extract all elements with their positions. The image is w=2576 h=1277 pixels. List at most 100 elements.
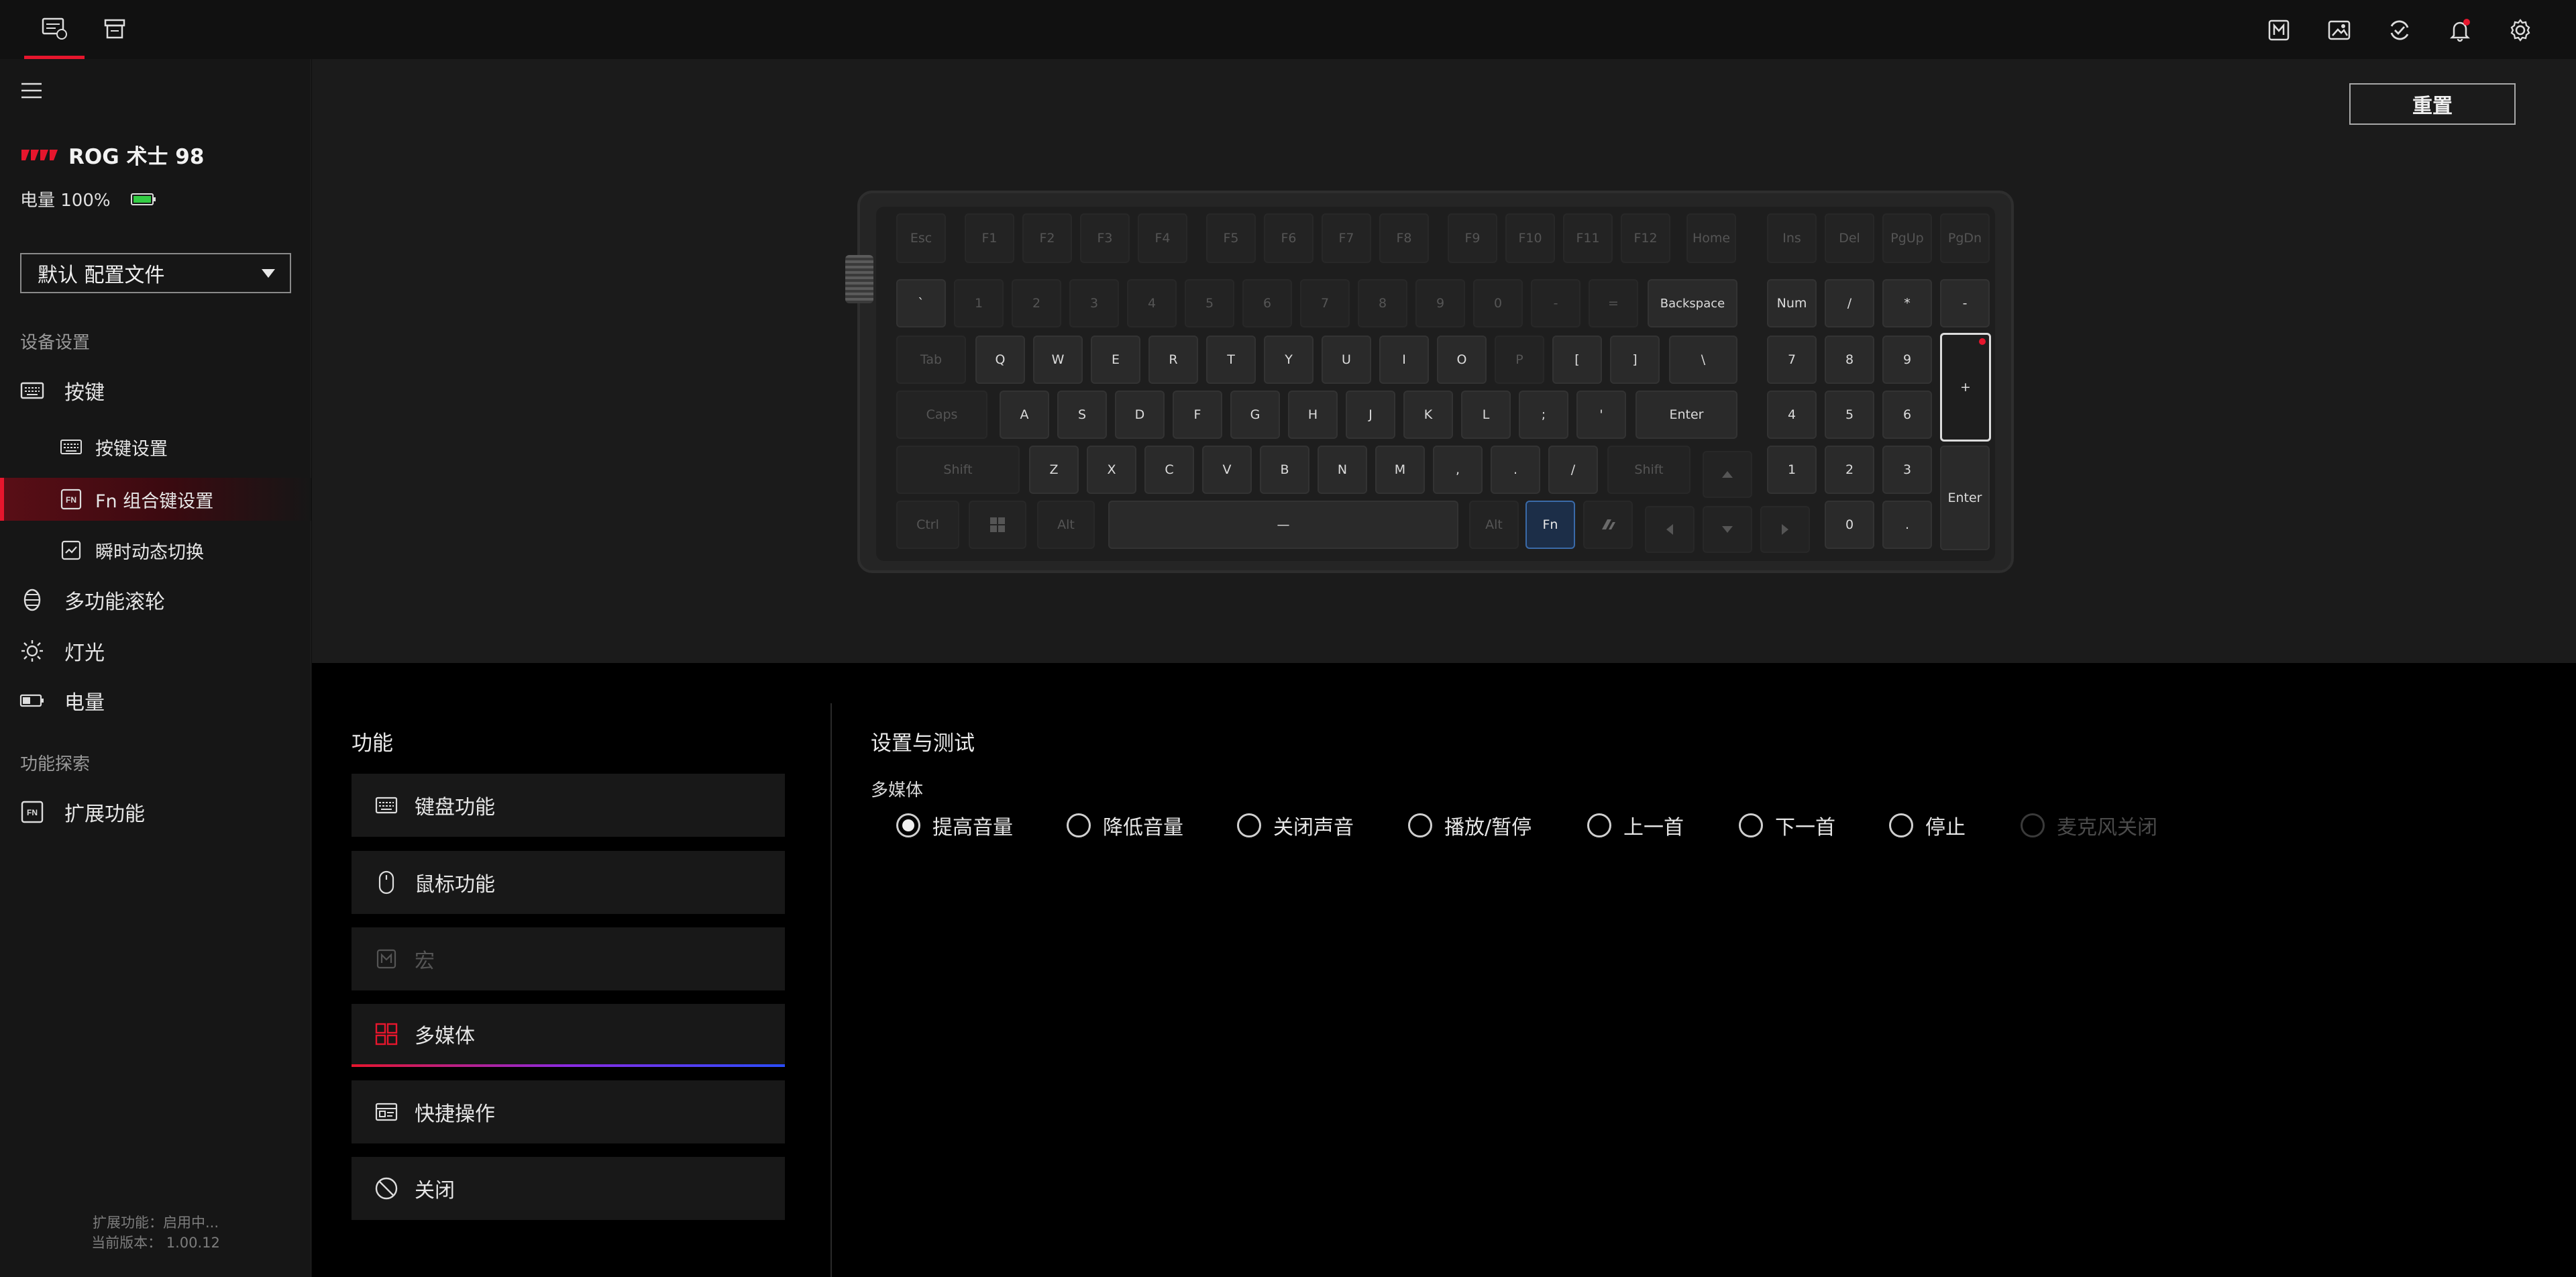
key-6[interactable]: 6 (1242, 279, 1292, 327)
macro-button[interactable] (2262, 13, 2296, 47)
key-num-9[interactable]: 9 (1882, 336, 1932, 384)
profile-dropdown[interactable]: 默认 配置文件 (20, 253, 291, 293)
key-enter[interactable]: Enter (1635, 391, 1737, 439)
key-x[interactable]: X (1087, 446, 1136, 494)
key-num-7[interactable]: 7 (1767, 336, 1817, 384)
key-semicolon[interactable]: ; (1519, 391, 1568, 439)
key-slash[interactable]: / (1548, 446, 1598, 494)
menu-button[interactable] (20, 81, 43, 101)
key-f11[interactable]: F11 (1563, 213, 1613, 263)
key-f7[interactable]: F7 (1322, 213, 1371, 263)
function-disable[interactable]: 关闭 (352, 1157, 785, 1220)
key-numlock[interactable]: Num (1767, 279, 1817, 327)
key-num-dot[interactable]: . (1882, 501, 1932, 549)
key-f[interactable]: F (1173, 391, 1222, 439)
key-rbracket[interactable]: ] (1610, 336, 1660, 384)
key-num-5[interactable]: 5 (1825, 391, 1874, 439)
radio-next[interactable]: 下一首 (1739, 811, 1835, 839)
radio-volume-down[interactable]: 降低音量 (1067, 811, 1183, 839)
function-mouse[interactable]: 鼠标功能 (352, 851, 785, 914)
key-del[interactable]: Del (1825, 213, 1874, 263)
sync-button[interactable] (2383, 13, 2416, 47)
settings-button[interactable] (2504, 13, 2537, 47)
nav-key-settings[interactable]: 按键设置 (0, 427, 311, 467)
key-w[interactable]: W (1033, 336, 1083, 384)
key-f12[interactable]: F12 (1621, 213, 1670, 263)
key-num-0[interactable]: 0 (1825, 501, 1874, 549)
key-u[interactable]: U (1322, 336, 1371, 384)
function-keyboard[interactable]: 键盘功能 (352, 774, 785, 837)
key-e[interactable]: E (1091, 336, 1140, 384)
key-pgdn[interactable]: PgDn (1940, 213, 1990, 263)
nav-extension[interactable]: FN 扩展功能 (0, 788, 311, 836)
key-a[interactable]: A (1000, 391, 1049, 439)
key-p[interactable]: P (1495, 336, 1544, 384)
radio-mute[interactable]: 关闭声音 (1237, 811, 1354, 839)
key-f9[interactable]: F9 (1448, 213, 1497, 263)
key-period[interactable]: . (1491, 446, 1540, 494)
key-lbracket[interactable]: [ (1552, 336, 1602, 384)
key-equal[interactable]: = (1589, 279, 1638, 327)
function-shortcut[interactable]: 快捷操作 (352, 1080, 785, 1143)
radio-previous[interactable]: 上一首 (1587, 811, 1684, 839)
key-num-enter[interactable]: Enter (1940, 446, 1990, 550)
key-caps[interactable]: Caps (896, 391, 987, 439)
key-num-plus[interactable]: + (1940, 333, 1991, 442)
key-comma[interactable]: , (1433, 446, 1483, 494)
nav-keys[interactable]: 按键 (0, 365, 311, 416)
key-num-divide[interactable]: / (1825, 279, 1874, 327)
key-pgup[interactable]: PgUp (1882, 213, 1932, 263)
key-num-8[interactable]: 8 (1825, 336, 1874, 384)
key-f3[interactable]: F3 (1080, 213, 1130, 263)
nav-fn-settings[interactable]: FN Fn 组合键设置 (0, 478, 311, 521)
picture-button[interactable] (2322, 13, 2356, 47)
key-2[interactable]: 2 (1012, 279, 1061, 327)
key-5[interactable]: 5 (1185, 279, 1234, 327)
key-space[interactable]: — (1108, 501, 1458, 549)
key-tab[interactable]: Tab (896, 336, 966, 384)
key-n[interactable]: N (1318, 446, 1367, 494)
key-c[interactable]: C (1144, 446, 1194, 494)
key-num-6[interactable]: 6 (1882, 391, 1932, 439)
key-fn[interactable]: Fn (1525, 501, 1575, 549)
nav-wheel[interactable]: 多功能滚轮 (0, 576, 311, 624)
key-num-multiply[interactable]: * (1882, 279, 1932, 327)
key-lctrl[interactable]: Ctrl (896, 501, 959, 549)
key-backspace[interactable]: Backspace (1648, 279, 1737, 327)
key-f1[interactable]: F1 (965, 213, 1014, 263)
key-7[interactable]: 7 (1300, 279, 1350, 327)
key-arrow-left[interactable] (1645, 506, 1695, 553)
key-t[interactable]: T (1206, 336, 1256, 384)
key-num-minus[interactable]: - (1940, 279, 1990, 327)
radio-volume-up[interactable]: 提高音量 (896, 811, 1013, 839)
key-j[interactable]: J (1346, 391, 1395, 439)
nav-instant-switch[interactable]: 瞬时动态切换 (0, 530, 311, 570)
key-arrow-up[interactable] (1703, 451, 1752, 498)
key-l[interactable]: L (1461, 391, 1511, 439)
key-lshift[interactable]: Shift (896, 446, 1020, 494)
key-k[interactable]: K (1403, 391, 1453, 439)
key-arrow-right[interactable] (1760, 506, 1810, 553)
key-rshift[interactable]: Shift (1607, 446, 1690, 494)
key-g[interactable]: G (1230, 391, 1280, 439)
key-d[interactable]: D (1115, 391, 1165, 439)
key-3[interactable]: 3 (1069, 279, 1119, 327)
key-f6[interactable]: F6 (1264, 213, 1313, 263)
key-esc[interactable]: Esc (896, 213, 946, 263)
key-backslash[interactable]: \ (1669, 336, 1737, 384)
function-multimedia[interactable]: 多媒体 (352, 1004, 785, 1067)
nav-light[interactable]: 灯光 (0, 627, 311, 675)
key-num-3[interactable]: 3 (1882, 446, 1932, 494)
key-f5[interactable]: F5 (1206, 213, 1256, 263)
key-num-4[interactable]: 4 (1767, 391, 1817, 439)
key-q[interactable]: Q (975, 336, 1025, 384)
radio-play-pause[interactable]: 播放/暂停 (1408, 811, 1532, 839)
key-0[interactable]: 0 (1473, 279, 1523, 327)
key-y[interactable]: Y (1264, 336, 1313, 384)
key-f4[interactable]: F4 (1138, 213, 1187, 263)
key-m[interactable]: M (1375, 446, 1425, 494)
key-copilot[interactable] (1583, 501, 1633, 549)
radio-stop[interactable]: 停止 (1889, 811, 1966, 839)
key-ins[interactable]: Ins (1767, 213, 1817, 263)
reset-button[interactable]: 重置 (2349, 83, 2516, 125)
